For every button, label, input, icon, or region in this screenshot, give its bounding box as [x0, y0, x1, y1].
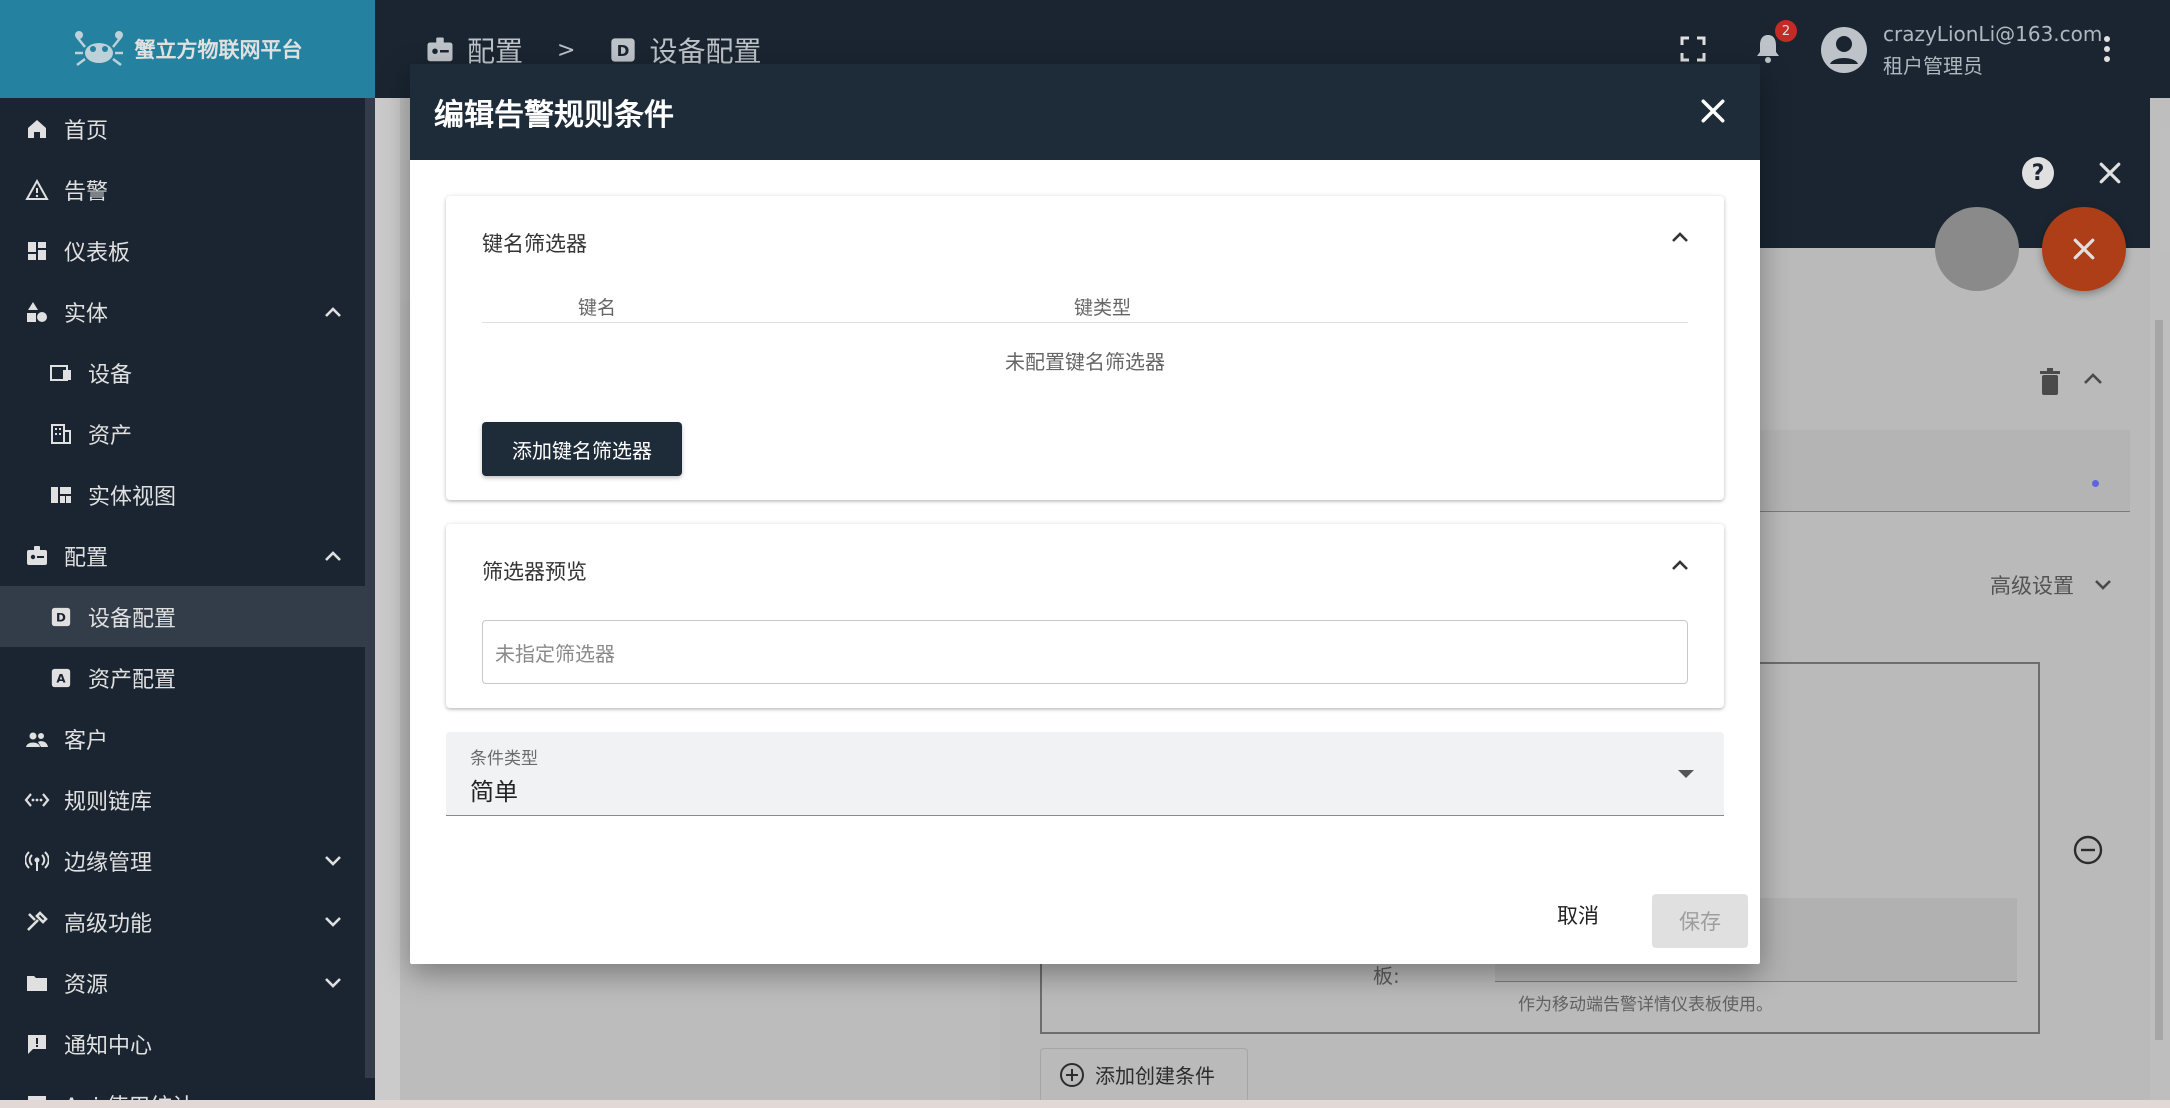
key-filter-title[interactable]: 键名筛选器	[482, 228, 587, 258]
bottom-strip	[0, 1100, 2170, 1108]
filter-preview-text: 未指定筛选器	[482, 620, 1688, 684]
dropdown-arrow-icon	[1678, 770, 1694, 778]
add-key-filter-button[interactable]: 添加键名筛选器	[482, 422, 682, 476]
save-button[interactable]: 保存	[1652, 894, 1748, 948]
close-icon[interactable]	[1700, 98, 1726, 124]
condition-type-value: 简单	[470, 778, 518, 806]
key-filter-panel: 键名筛选器 键名 键类型 未配置键名筛选器 添加键名筛选器	[446, 196, 1724, 500]
cancel-button[interactable]: 取消	[1557, 900, 1599, 930]
chevron-up-icon[interactable]	[1670, 558, 1690, 572]
condition-type-select[interactable]: 条件类型 简单	[446, 732, 1724, 816]
condition-type-label: 条件类型	[470, 749, 538, 769]
edit-alarm-condition-dialog: 编辑告警规则条件 键名筛选器 键名 键类型 未配置键名筛选器 添加键名筛选器 筛…	[410, 64, 1760, 964]
header-divider	[482, 322, 1688, 323]
column-header-key-type: 键类型	[1074, 297, 1132, 319]
dialog-title: 编辑告警规则条件	[434, 98, 674, 133]
dialog-header: 编辑告警规则条件	[410, 64, 1760, 160]
empty-state-message: 未配置键名筛选器	[1005, 350, 1165, 374]
filter-preview-title[interactable]: 筛选器预览	[482, 556, 587, 586]
column-header-key: 键名	[578, 297, 617, 319]
filter-preview-panel: 筛选器预览 未指定筛选器	[446, 524, 1724, 708]
chevron-up-icon[interactable]	[1670, 230, 1690, 244]
